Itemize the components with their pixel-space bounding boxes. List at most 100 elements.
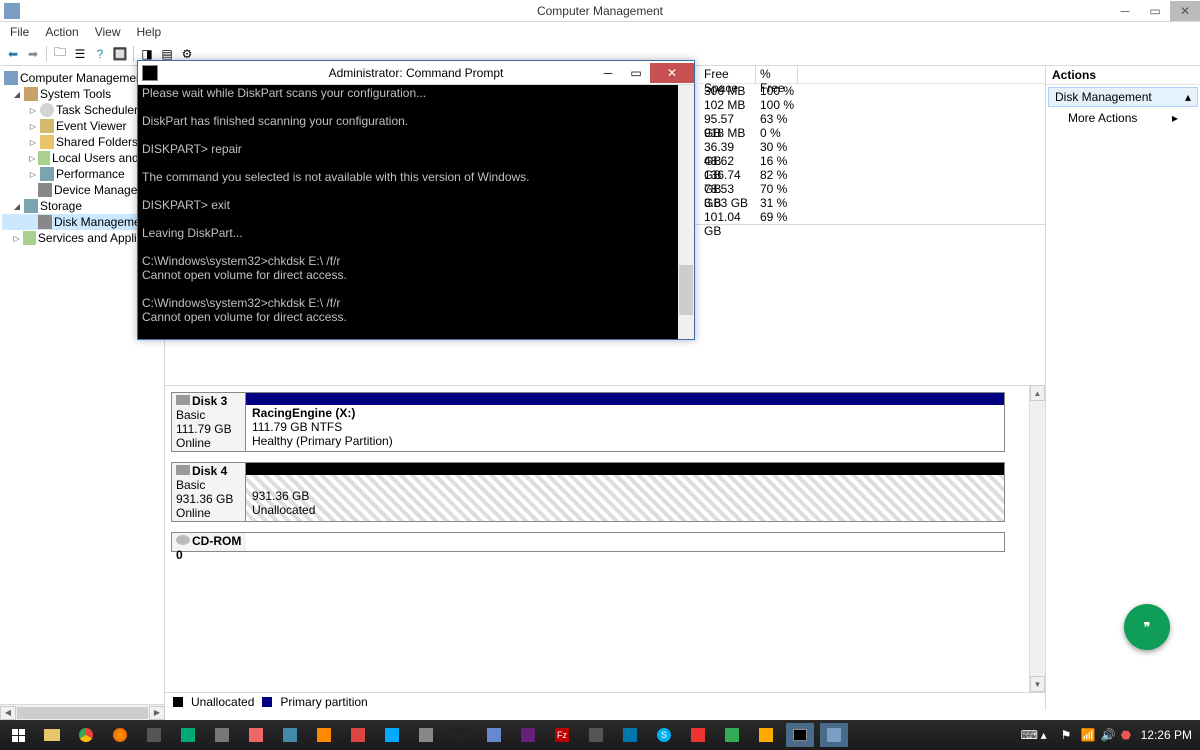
submenu-icon: ▸ — [1172, 111, 1178, 125]
disk-label-3: Disk 3 Basic 111.79 GB Online — [172, 393, 246, 451]
window-title: Computer Management — [0, 4, 1200, 18]
volume-bar-unallocated — [246, 463, 1004, 475]
taskbar-app-icon[interactable] — [310, 723, 338, 747]
disk-row-4[interactable]: Disk 4 Basic 931.36 GB Online 931.36 GB … — [171, 462, 1005, 522]
maximize-button[interactable]: ▭ — [1140, 1, 1170, 21]
help-icon[interactable]: ? — [91, 45, 109, 63]
taskbar-app-icon[interactable] — [276, 723, 304, 747]
taskbar-app-icon[interactable] — [174, 723, 202, 747]
taskbar-app-icon[interactable] — [684, 723, 712, 747]
view-icon[interactable]: ☰ — [71, 45, 89, 63]
taskbar-mmc-icon[interactable] — [820, 723, 848, 747]
disk-row-cdrom[interactable]: CD-ROM 0 — [171, 532, 1005, 552]
tray-volume-icon[interactable]: 🔊 — [1101, 728, 1115, 742]
col-free-space[interactable]: Free Space — [700, 66, 756, 83]
volume-row: 918 MB0 % — [700, 126, 1045, 140]
tray-clock[interactable]: 12:26 PM — [1141, 728, 1192, 742]
taskbar-app-icon[interactable] — [208, 723, 236, 747]
menu-action[interactable]: Action — [39, 25, 84, 39]
cmd-minimize-button[interactable]: ─ — [594, 63, 622, 83]
taskbar-app-icon[interactable] — [752, 723, 780, 747]
disk-scrollbar-vertical[interactable]: ▲ ▼ — [1029, 385, 1045, 692]
taskbar-filezilla-icon[interactable]: Fz — [548, 723, 576, 747]
volume-row: 95.57 GB63 % — [700, 112, 1045, 126]
disk-icon — [176, 395, 190, 405]
hangouts-fab[interactable]: ❞ — [1124, 604, 1170, 650]
volume-row: 48.62 GB16 % — [700, 154, 1045, 168]
taskbar-app-icon[interactable] — [378, 723, 406, 747]
disk-icon — [176, 465, 190, 475]
taskbar-app-icon[interactable] — [242, 723, 270, 747]
forward-button[interactable]: ➡ — [24, 45, 42, 63]
legend-swatch-primary — [262, 697, 272, 707]
collapse-icon: ▴ — [1185, 90, 1191, 104]
taskbar-app-icon[interactable] — [412, 723, 440, 747]
volume-row: 101.04 GB69 % — [700, 210, 1045, 224]
actions-header: Actions — [1046, 66, 1200, 85]
disk-volume-3[interactable]: RacingEngine (X:) 111.79 GB NTFS Healthy… — [246, 393, 1004, 451]
menu-view[interactable]: View — [89, 25, 127, 39]
tray-icon[interactable]: ⬣ — [1121, 728, 1135, 742]
scroll-right-icon[interactable]: ▶ — [149, 706, 165, 720]
cmd-output[interactable]: Please wait while DiskPart scans your co… — [138, 85, 694, 339]
cmd-scrollbar[interactable] — [678, 85, 694, 339]
taskbar-chrome-icon[interactable] — [72, 723, 100, 747]
minimize-button[interactable]: ─ — [1110, 1, 1140, 21]
taskbar-skype-icon[interactable]: S — [650, 723, 678, 747]
cmd-titlebar[interactable]: Administrator: Command Prompt ─ ▭ ✕ — [138, 61, 694, 85]
start-button[interactable] — [4, 723, 32, 747]
system-tray[interactable]: ⌨ ▴ ⚑ 📶 🔊 ⬣ 12:26 PM — [1021, 728, 1196, 742]
cmd-close-button[interactable]: ✕ — [650, 63, 694, 83]
legend-swatch-unallocated — [173, 697, 183, 707]
actions-more[interactable]: More Actions▸ — [1046, 109, 1200, 127]
disk-legend: Unallocated Primary partition — [165, 692, 1045, 710]
volume-row: 102 MB100 % — [700, 98, 1045, 112]
taskbar-app-icon[interactable] — [446, 723, 474, 747]
scroll-left-icon[interactable]: ◀ — [0, 706, 16, 720]
close-button[interactable]: ✕ — [1170, 1, 1200, 21]
col-pct-free[interactable]: % Free — [756, 66, 798, 83]
taskbar-app-icon[interactable] — [582, 723, 610, 747]
taskbar-app-icon[interactable] — [344, 723, 372, 747]
tray-flag-icon[interactable]: ⚑ — [1061, 728, 1075, 742]
taskbar-cmd-icon[interactable] — [786, 723, 814, 747]
taskbar-firefox-icon[interactable] — [106, 723, 134, 747]
taskbar-app-icon[interactable] — [480, 723, 508, 747]
tray-chevron-icon[interactable]: ▴ — [1041, 728, 1055, 742]
quote-icon: ❞ — [1144, 620, 1150, 634]
tree-scrollbar-horizontal[interactable]: ◀ ▶ — [0, 704, 165, 720]
tray-keyboard-icon[interactable]: ⌨ — [1021, 728, 1035, 742]
scroll-down-icon[interactable]: ▼ — [1030, 676, 1045, 692]
tray-network-icon[interactable]: 📶 — [1081, 728, 1095, 742]
volume-list[interactable]: 306 MB100 % 102 MB100 % 95.57 GB63 % 918… — [700, 84, 1045, 224]
cdrom-label: CD-ROM 0 — [172, 533, 246, 551]
volume-row: 136.74 GB82 % — [700, 168, 1045, 182]
volume-bar-primary — [246, 393, 1004, 405]
disk-label-4: Disk 4 Basic 931.36 GB Online — [172, 463, 246, 521]
actions-category[interactable]: Disk Management▴ — [1048, 87, 1198, 107]
disk-volume-4[interactable]: 931.36 GB Unallocated — [246, 463, 1004, 521]
refresh-icon[interactable]: 🔲 — [111, 45, 129, 63]
command-prompt-window[interactable]: Administrator: Command Prompt ─ ▭ ✕ Plea… — [137, 60, 695, 340]
menu-file[interactable]: File — [4, 25, 35, 39]
taskbar-vs-icon[interactable] — [514, 723, 542, 747]
cmd-maximize-button[interactable]: ▭ — [622, 63, 650, 83]
volume-row: 78.53 GB70 % — [700, 182, 1045, 196]
volume-list-header: Free Space % Free — [700, 66, 1045, 84]
volume-row: 3.63 GB31 % — [700, 196, 1045, 210]
window-titlebar: Computer Management ─ ▭ ✕ — [0, 0, 1200, 22]
taskbar[interactable]: Fz S ⌨ ▴ ⚑ 📶 🔊 ⬣ 12:26 PM — [0, 720, 1200, 750]
menu-help[interactable]: Help — [131, 25, 168, 39]
properties-icon[interactable]: 🗀 — [51, 45, 69, 63]
taskbar-app-icon[interactable] — [718, 723, 746, 747]
back-button[interactable]: ⬅ — [4, 45, 22, 63]
disk-row-3[interactable]: Disk 3 Basic 111.79 GB Online RacingEngi… — [171, 392, 1005, 452]
cdrom-icon — [176, 535, 190, 545]
taskbar-explorer-icon[interactable] — [38, 723, 66, 747]
taskbar-app-icon[interactable] — [140, 723, 168, 747]
scroll-up-icon[interactable]: ▲ — [1030, 385, 1045, 401]
volume-row: 36.39 GB30 % — [700, 140, 1045, 154]
actions-pane: Actions Disk Management▴ More Actions▸ — [1045, 66, 1200, 710]
taskbar-app-icon[interactable] — [616, 723, 644, 747]
menubar: File Action View Help — [0, 22, 1200, 42]
